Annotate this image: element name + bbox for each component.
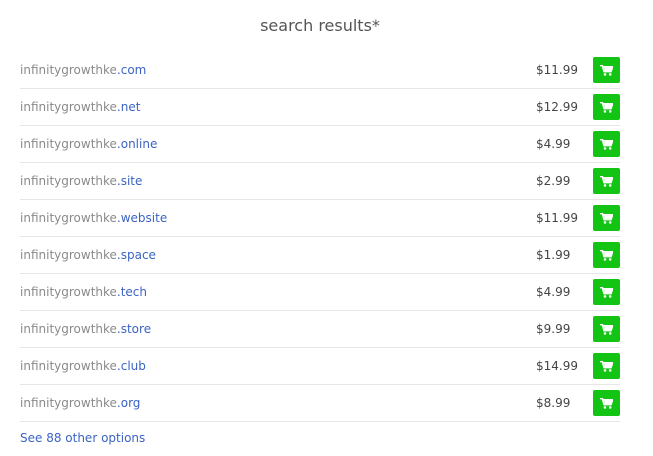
result-row: infinitygrowthke.online $4.99	[20, 126, 620, 163]
shopping-cart-icon	[600, 101, 613, 113]
result-row: infinitygrowthke.com $11.99	[20, 52, 620, 89]
domain-name[interactable]: infinitygrowthke.site	[20, 174, 142, 188]
domain-name[interactable]: infinitygrowthke.store	[20, 322, 151, 336]
domain-tld: .website	[116, 211, 168, 225]
add-to-cart-button[interactable]	[593, 279, 620, 305]
add-to-cart-button[interactable]	[593, 57, 620, 83]
result-row: infinitygrowthke.net $12.99	[20, 89, 620, 126]
shopping-cart-icon	[600, 64, 613, 76]
shopping-cart-icon	[600, 360, 613, 372]
domain-name[interactable]: infinitygrowthke.online	[20, 137, 157, 151]
domain-base: infinitygrowthke	[20, 137, 117, 151]
domain-price: $11.99	[536, 63, 578, 77]
domain-name[interactable]: infinitygrowthke.org	[20, 396, 140, 410]
result-row: infinitygrowthke.tech $4.99	[20, 274, 620, 311]
shopping-cart-icon	[600, 397, 613, 409]
result-row: infinitygrowthke.club $14.99	[20, 348, 620, 385]
domain-price: $12.99	[536, 100, 578, 114]
add-to-cart-button[interactable]	[593, 242, 620, 268]
domain-price: $4.99	[536, 137, 571, 151]
add-to-cart-button[interactable]	[593, 353, 620, 379]
add-to-cart-button[interactable]	[593, 131, 620, 157]
shopping-cart-icon	[600, 175, 613, 187]
domain-price: $11.99	[536, 211, 578, 225]
add-to-cart-button[interactable]	[593, 316, 620, 342]
domain-price: $8.99	[536, 396, 571, 410]
domain-tld: .tech	[116, 285, 148, 299]
domain-name[interactable]: infinitygrowthke.com	[20, 63, 146, 77]
domain-base: infinitygrowthke	[20, 248, 117, 262]
domain-tld: .club	[116, 359, 146, 373]
domain-base: infinitygrowthke	[20, 174, 117, 188]
add-to-cart-button[interactable]	[593, 168, 620, 194]
domain-price: $1.99	[536, 248, 571, 262]
domain-price: $9.99	[536, 322, 571, 336]
domain-price: $14.99	[536, 359, 578, 373]
see-other-options-link[interactable]: See 88 other options	[20, 431, 145, 445]
domain-base: infinitygrowthke	[20, 322, 117, 336]
domain-tld: .net	[116, 100, 141, 114]
domain-name[interactable]: infinitygrowthke.space	[20, 248, 156, 262]
add-to-cart-button[interactable]	[593, 390, 620, 416]
domain-base: infinitygrowthke	[20, 359, 117, 373]
domain-tld: .org	[116, 396, 141, 410]
domain-tld: .space	[116, 248, 156, 262]
shopping-cart-icon	[600, 249, 613, 261]
domain-name[interactable]: infinitygrowthke.website	[20, 211, 167, 225]
add-to-cart-button[interactable]	[593, 205, 620, 231]
result-row: infinitygrowthke.space $1.99	[20, 237, 620, 274]
shopping-cart-icon	[600, 286, 613, 298]
add-to-cart-button[interactable]	[593, 94, 620, 120]
domain-tld: .site	[116, 174, 143, 188]
domain-name[interactable]: infinitygrowthke.club	[20, 359, 146, 373]
domain-base: infinitygrowthke	[20, 396, 117, 410]
domain-base: infinitygrowthke	[20, 211, 117, 225]
search-results-title: search results*	[260, 16, 380, 35]
domain-tld: .store	[116, 322, 152, 336]
domain-tld: .online	[116, 137, 158, 151]
domain-price: $2.99	[536, 174, 571, 188]
result-row: infinitygrowthke.org $8.99	[20, 385, 620, 422]
domain-name[interactable]: infinitygrowthke.tech	[20, 285, 147, 299]
domain-results-list: infinitygrowthke.com $11.99 infinitygrow…	[20, 52, 620, 422]
domain-price: $4.99	[536, 285, 571, 299]
shopping-cart-icon	[600, 323, 613, 335]
shopping-cart-icon	[600, 212, 613, 224]
result-row: infinitygrowthke.site $2.99	[20, 163, 620, 200]
domain-tld: .com	[116, 63, 147, 77]
domain-base: infinitygrowthke	[20, 63, 117, 77]
result-row: infinitygrowthke.website $11.99	[20, 200, 620, 237]
result-row: infinitygrowthke.store $9.99	[20, 311, 620, 348]
shopping-cart-icon	[600, 138, 613, 150]
domain-base: infinitygrowthke	[20, 285, 117, 299]
domain-base: infinitygrowthke	[20, 100, 117, 114]
domain-name[interactable]: infinitygrowthke.net	[20, 100, 140, 114]
